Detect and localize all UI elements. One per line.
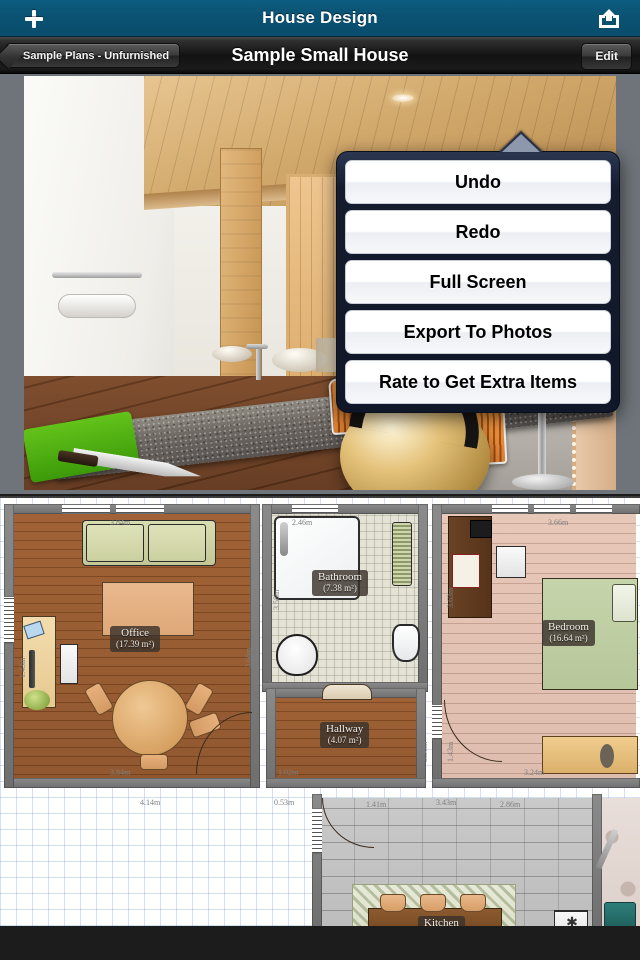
dimension-label: 2.46m xyxy=(292,518,313,527)
window xyxy=(432,704,442,740)
dimension-label: 1.02m xyxy=(278,768,299,777)
render-glass xyxy=(316,338,336,372)
kitchen-stool[interactable] xyxy=(380,894,406,912)
dining-table[interactable] xyxy=(112,680,188,756)
room-label-bathroom: Bathroom (7.38 m²) xyxy=(312,570,368,596)
render-faucet xyxy=(246,344,268,380)
kitchen-stool[interactable] xyxy=(460,894,486,912)
dimension-label: 3.24m xyxy=(524,768,545,777)
plant xyxy=(24,690,50,710)
menu-item-rate-extra-items[interactable]: Rate to Get Extra Items xyxy=(345,360,611,404)
keyboard xyxy=(29,650,35,688)
floorplan-pane[interactable]: Office (17.39 m²) 3.84m 3.84m 3.68m 1.43… xyxy=(0,496,640,926)
app-root: House Design Sample Plans - Unfurnished … xyxy=(0,0,640,960)
monitor xyxy=(470,520,492,538)
window xyxy=(312,808,322,854)
render-preview-pane[interactable]: Undo Redo Full Screen Export To Photos R… xyxy=(0,74,640,494)
app-title: House Design xyxy=(262,8,378,27)
sink[interactable] xyxy=(392,624,420,662)
radiator xyxy=(392,522,412,586)
desk-chair[interactable] xyxy=(496,546,526,578)
dimension-label: 3.68m xyxy=(244,647,253,668)
hallway-console xyxy=(322,684,372,700)
shower-head xyxy=(280,522,288,556)
back-button[interactable]: Sample Plans - Unfurnished xyxy=(6,43,181,68)
room-label-kitchen: Kitchen xyxy=(418,916,465,926)
menu-item-undo[interactable]: Undo xyxy=(345,160,611,204)
room-label-office: Office (17.39 m²) xyxy=(110,626,161,652)
papers xyxy=(452,554,480,588)
window xyxy=(4,596,14,644)
share-icon[interactable] xyxy=(592,7,626,31)
edit-button[interactable]: Edit xyxy=(581,43,632,70)
page-title: Sample Small House xyxy=(231,44,409,65)
window xyxy=(492,504,528,514)
action-popover-menu: Undo Redo Full Screen Export To Photos R… xyxy=(336,131,620,413)
dimension-label: 2.86m xyxy=(500,800,521,809)
window xyxy=(534,504,570,514)
room-label-bedroom: Bedroom (16.64 m²) xyxy=(542,620,595,646)
popover-arrow xyxy=(498,131,544,153)
back-button-label: Sample Plans - Unfurnished xyxy=(23,49,170,62)
dimension-label: 3.43m xyxy=(436,798,457,807)
window xyxy=(62,504,110,514)
patio-chair xyxy=(604,902,636,926)
dimension-label: 3.84m xyxy=(110,768,131,777)
menu-item-redo[interactable]: Redo xyxy=(345,210,611,254)
chair[interactable] xyxy=(140,754,168,770)
window xyxy=(292,504,338,514)
sofa-cushion xyxy=(86,524,144,562)
burner-icon: ✱ xyxy=(566,914,578,926)
dimension-label: 3.84m xyxy=(110,518,131,527)
window xyxy=(576,504,612,514)
dimension-label: 4.14m xyxy=(140,798,161,807)
bottom-bezel xyxy=(0,926,640,960)
render-towel-rail xyxy=(52,272,142,278)
menu-item-export-to-photos[interactable]: Export To Photos xyxy=(345,310,611,354)
dresser-item xyxy=(600,744,614,768)
kitchen-stool[interactable] xyxy=(420,894,446,912)
dimension-label: 0.53m xyxy=(274,798,295,807)
dimension-label: 3.38m xyxy=(420,741,429,762)
window xyxy=(116,504,164,514)
room-label-hallway: Hallway (4.07 m²) xyxy=(320,722,370,748)
pillow xyxy=(612,584,636,622)
printer xyxy=(60,644,78,684)
dimension-label: 3.63m xyxy=(446,587,455,608)
dimension-label: 1.43m xyxy=(18,657,27,678)
ceiling-light-icon xyxy=(392,94,414,102)
dimension-label: 1.41m xyxy=(366,800,387,809)
dimension-marker xyxy=(262,796,272,804)
add-icon[interactable] xyxy=(24,8,52,30)
dimension-label: 1.43m xyxy=(446,741,455,762)
sofa-cushion xyxy=(148,524,206,562)
render-stool-base xyxy=(512,474,574,490)
dimension-label: 3.58m xyxy=(272,589,281,610)
dresser[interactable] xyxy=(542,736,638,774)
render-paper-towel xyxy=(58,294,136,318)
dimension-label: 3.66m xyxy=(548,518,569,527)
toilet[interactable] xyxy=(276,634,318,676)
menu-item-full-screen[interactable]: Full Screen xyxy=(345,260,611,304)
navigation-bar: Sample Plans - Unfurnished Sample Small … xyxy=(0,37,640,74)
top-toolbar: House Design xyxy=(0,0,640,37)
